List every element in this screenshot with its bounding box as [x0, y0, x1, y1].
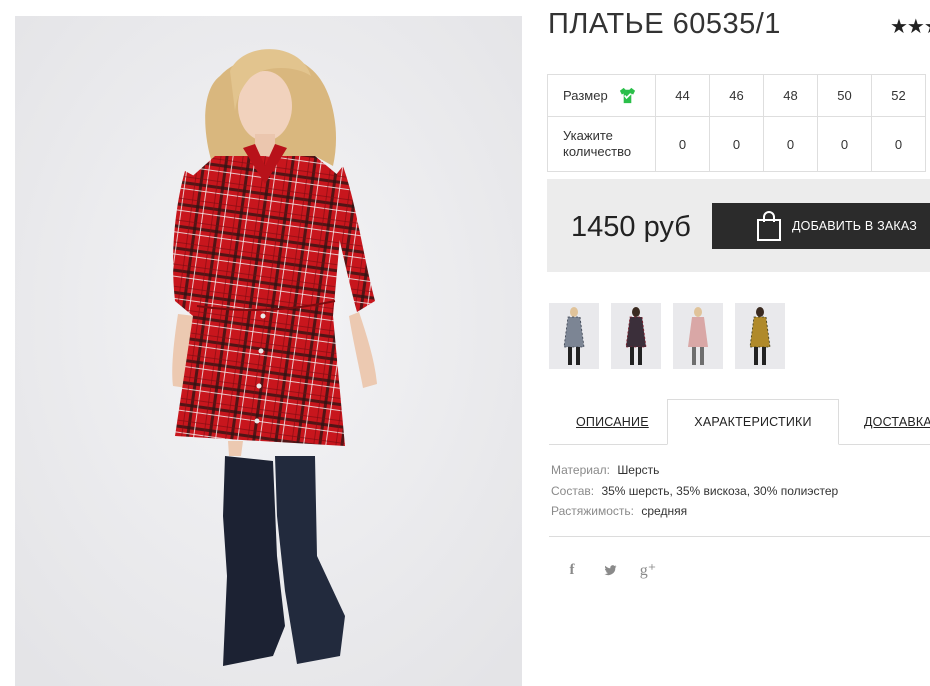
tab-delivery[interactable]: ДОСТАВКА	[864, 399, 930, 444]
twitter-icon[interactable]	[600, 560, 620, 580]
tab-characteristics[interactable]: ХАРАКТЕРИСТИКИ	[667, 399, 839, 445]
tab-characteristics-label: ХАРАКТЕРИСТИКИ	[694, 415, 812, 429]
thumbnail-dark-plaid[interactable]	[611, 303, 661, 369]
size-46: 46	[709, 74, 764, 117]
quantity-label-cell: Укажите количество	[547, 116, 656, 172]
thumbnail-image	[688, 307, 708, 365]
tab-description[interactable]: ОПИСАНИЕ	[576, 399, 649, 444]
size-chart-icon[interactable]	[618, 86, 637, 105]
thumbnail-image	[749, 307, 771, 365]
spec-composition: Состав: 35% шерсть, 35% вискоза, 30% пол…	[551, 481, 838, 502]
spec-stretch-label: Растяжимость:	[551, 504, 635, 518]
price-panel: 1450 руб ДОБАВИТЬ В ЗАКАЗ	[547, 179, 930, 272]
google-plus-glyph: g⁺	[639, 562, 657, 579]
product-tabs: ОПИСАНИЕ ХАРАКТЕРИСТИКИ ДОСТАВКА	[549, 399, 930, 445]
quantity-label-line1: Укажите	[563, 128, 613, 143]
quantity-label-line2: количество	[563, 144, 632, 159]
thumbnail-pink[interactable]	[673, 303, 723, 369]
spec-composition-label: Состав:	[551, 483, 595, 498]
rating-stars[interactable]: ★★★	[890, 14, 930, 39]
spec-material-value: Шерсть	[617, 463, 660, 477]
google-plus-icon[interactable]: g⁺	[638, 560, 658, 580]
spec-stretch: Растяжимость: средняя	[551, 501, 838, 522]
product-title: ПЛАТЬЕ 60535/1	[548, 8, 781, 40]
size-label: Размер	[563, 88, 608, 103]
quantity-input-48[interactable]: 0	[763, 116, 818, 172]
shopping-bag-icon	[757, 211, 781, 241]
divider	[549, 536, 930, 537]
spec-material-label: Материал:	[551, 463, 610, 477]
thumbnail-image	[563, 307, 585, 365]
spec-stretch-value: средняя	[641, 504, 688, 518]
quantity-input-52[interactable]: 0	[871, 116, 926, 172]
tab-delivery-label: ДОСТАВКА	[864, 414, 930, 429]
add-to-order-button[interactable]: ДОБАВИТЬ В ЗАКАЗ	[712, 203, 930, 249]
size-row: Размер 44 46 48 50 52	[547, 74, 926, 117]
tab-description-label: ОПИСАНИЕ	[576, 414, 649, 429]
size-label-cell: Размер	[547, 74, 656, 117]
size-52: 52	[871, 74, 926, 117]
add-to-order-label: ДОБАВИТЬ В ЗАКАЗ	[792, 219, 918, 233]
size-48: 48	[763, 74, 818, 117]
thumbnail-grey-plaid[interactable]	[549, 303, 599, 369]
characteristics-list: Материал: Шерсть Состав: 35% шерсть, 35%…	[551, 460, 838, 522]
quantity-row: Укажите количество 0 0 0 0 0	[547, 116, 926, 172]
spec-composition-value: 35% шерсть, 35% вискоза, 30% полиэстер	[601, 483, 839, 498]
social-share: f g⁺	[562, 560, 658, 580]
twitter-bird	[604, 564, 616, 575]
thumbnail-image	[625, 307, 647, 365]
product-main-photo[interactable]	[15, 16, 522, 686]
quantity-input-44[interactable]: 0	[655, 116, 710, 172]
thumbnail-yellow-plaid[interactable]	[735, 303, 785, 369]
size-50: 50	[817, 74, 872, 117]
spec-material: Материал: Шерсть	[551, 460, 838, 481]
size-table: Размер 44 46 48 50 52 Укажите количество…	[547, 74, 926, 172]
size-44: 44	[655, 74, 710, 117]
model-illustration	[15, 16, 522, 686]
thumbnail-strip	[549, 303, 785, 369]
facebook-glyph: f	[569, 561, 575, 578]
price: 1450 руб	[571, 211, 691, 243]
facebook-icon[interactable]: f	[562, 560, 582, 580]
quantity-input-50[interactable]: 0	[817, 116, 872, 172]
quantity-input-46[interactable]: 0	[709, 116, 764, 172]
